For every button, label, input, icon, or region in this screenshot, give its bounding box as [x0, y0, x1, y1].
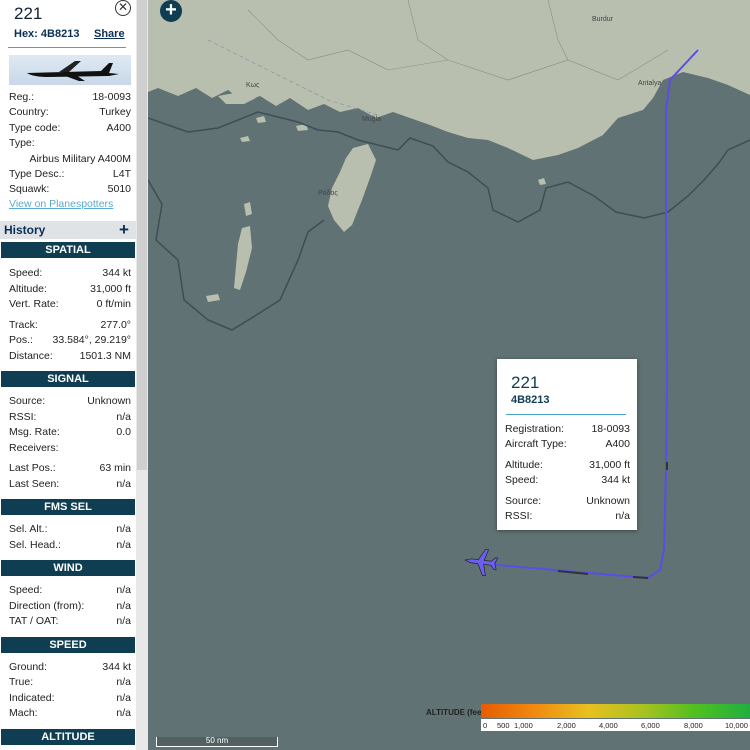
history-header[interactable]: History +	[0, 220, 136, 240]
aircraft-marker-icon[interactable]	[464, 547, 499, 577]
legend-tick: 2,000	[557, 721, 576, 730]
detail-row-type-code: Type code: A400	[9, 122, 131, 134]
section-signal-header[interactable]: SIGNAL	[1, 371, 135, 387]
place-label-rhodes: Ρόδος	[318, 190, 338, 197]
section-altitude-header[interactable]: ALTITUDE	[1, 729, 135, 745]
detail-row-type: Type:	[9, 137, 35, 149]
planespotters-link[interactable]: View on Planespotters	[9, 198, 113, 210]
detail-row-country: Country: Turkey	[9, 106, 131, 118]
speed-row-true: True: n/a	[9, 676, 131, 688]
legend-tick: 8,000	[684, 721, 703, 730]
tooltip-callsign: 221	[511, 373, 540, 392]
map-view[interactable]: Muğla Antalya Ρόδος Κως Burdur + 221 4B8…	[148, 0, 750, 750]
legend-tick: 0	[483, 721, 488, 730]
wind-row-speed: Speed: n/a	[9, 584, 131, 596]
legend-color-bar	[481, 704, 750, 718]
section-spatial-header[interactable]: SPATIAL	[1, 242, 135, 258]
aircraft-type-full: Airbus Military A400M	[29, 153, 131, 165]
plus-icon: +	[165, 0, 177, 21]
tooltip-hex: 4B8213	[511, 394, 550, 406]
zoom-in-button[interactable]: +	[160, 0, 182, 22]
plus-icon[interactable]: +	[119, 220, 129, 240]
flight-track-gap-marks-2	[632, 576, 649, 579]
section-wind-header[interactable]: WIND	[1, 560, 135, 576]
hex-row: Hex: 4B8213	[14, 28, 79, 40]
land-kastellorizo	[538, 178, 546, 185]
spatial-row-vert-rate: Vert. Rate: 0 ft/min	[9, 298, 131, 310]
spatial-row-altitude: Altitude: 31,000 ft	[9, 283, 131, 295]
sidebar-scrollbar-thumb[interactable]	[137, 0, 147, 470]
section-fms-sel-header[interactable]: FMS SEL	[1, 499, 135, 515]
place-label-mugla: Muğla	[362, 116, 382, 123]
aircraft-info-sidebar: 221 ✕ Hex: 4B8213 Share Reg.: 18-0093 Cou…	[0, 0, 148, 750]
aircraft-silhouette-icon	[27, 61, 119, 81]
close-icon[interactable]: ✕	[115, 0, 131, 16]
speed-row-indicated: Indicated: n/a	[9, 692, 131, 704]
divider	[8, 47, 126, 48]
altitude-legend: ALTITUDE (feet) 0 500 1,000 2,000 4,000 …	[426, 704, 750, 734]
spatial-row-speed: Speed: 344 kt	[9, 267, 131, 279]
land-small-island-1	[256, 116, 266, 123]
land-karpathos	[234, 226, 252, 290]
history-label: History	[4, 223, 46, 237]
spatial-row-position: Pos.: 33.584°, 29.219°	[9, 334, 131, 346]
legend-tick: 10,000	[725, 721, 748, 730]
signal-row-msg-rate: Msg. Rate: 0.0	[9, 426, 131, 438]
spatial-row-track: Track: 277.0°	[9, 319, 131, 331]
detail-row-squawk: Squawk: 5010	[9, 183, 131, 195]
land-rhodes	[328, 144, 376, 232]
signal-row-source: Source: Unknown	[9, 395, 131, 407]
signal-row-last-pos: Last Pos.: 63 min	[9, 462, 131, 474]
scale-label: 50 nm	[205, 736, 229, 745]
land-small-island-2	[240, 136, 250, 142]
aircraft-tooltip: 221 4B8213 Registration: 18-0093 Aircraft…	[497, 359, 637, 530]
sidebar-scrollbar[interactable]	[136, 0, 148, 750]
signal-row-rssi: RSSI: n/a	[9, 411, 131, 423]
legend-tick: 6,000	[641, 721, 660, 730]
fms-row-sel-alt: Sel. Alt.: n/a	[9, 523, 131, 535]
aircraft-photo	[9, 55, 131, 85]
land-kasos	[206, 294, 220, 302]
tooltip-row-speed: Speed: 344 kt	[505, 474, 630, 486]
legend-tick: 4,000	[599, 721, 618, 730]
share-link[interactable]: Share	[94, 28, 125, 40]
hex-value: 4B8213	[40, 28, 80, 40]
legend-tick: 1,000	[514, 721, 533, 730]
fms-row-sel-head: Sel. Head.: n/a	[9, 539, 131, 551]
detail-row-type-desc: Type Desc.: L4T	[9, 168, 131, 180]
signal-row-last-seen: Last Seen: n/a	[9, 478, 131, 490]
speed-row-ground: Ground: 344 kt	[9, 661, 131, 673]
wind-row-tat-oat: TAT / OAT: n/a	[9, 615, 131, 627]
signal-row-receivers: Receivers:	[9, 442, 59, 454]
aircraft-callsign: 221	[14, 4, 43, 23]
map-scale-bar: 50 nm	[156, 736, 278, 747]
hex-label: Hex:	[14, 28, 38, 40]
land-karpathos-north	[244, 202, 252, 216]
legend-tick: 500	[497, 721, 510, 730]
wind-row-direction: Direction (from): n/a	[9, 600, 131, 612]
tooltip-row-registration: Registration: 18-0093	[505, 423, 630, 435]
legend-ticks: 0 500 1,000 2,000 4,000 6,000 8,000 10,0…	[481, 719, 750, 731]
map-canvas[interactable]	[148, 0, 750, 750]
speed-row-mach: Mach: n/a	[9, 707, 131, 719]
divider	[506, 414, 626, 415]
spatial-row-distance: Distance: 1501.3 NM	[9, 350, 131, 362]
place-label-kos: Κως	[246, 82, 260, 89]
detail-row-reg: Reg.: 18-0093	[9, 91, 131, 103]
legend-title: ALTITUDE (feet)	[426, 708, 487, 717]
tooltip-row-source: Source: Unknown	[505, 495, 630, 507]
place-label-burdur: Burdur	[592, 16, 614, 23]
place-label-antalya: Antalya	[638, 80, 662, 87]
maritime-boundary-line-west	[148, 179, 325, 331]
tooltip-row-altitude: Altitude: 31,000 ft	[505, 459, 630, 471]
tooltip-row-rssi: RSSI: n/a	[505, 510, 630, 522]
tooltip-row-aircraft-type: Aircraft Type: A400	[505, 438, 630, 450]
section-speed-header[interactable]: SPEED	[1, 637, 135, 653]
